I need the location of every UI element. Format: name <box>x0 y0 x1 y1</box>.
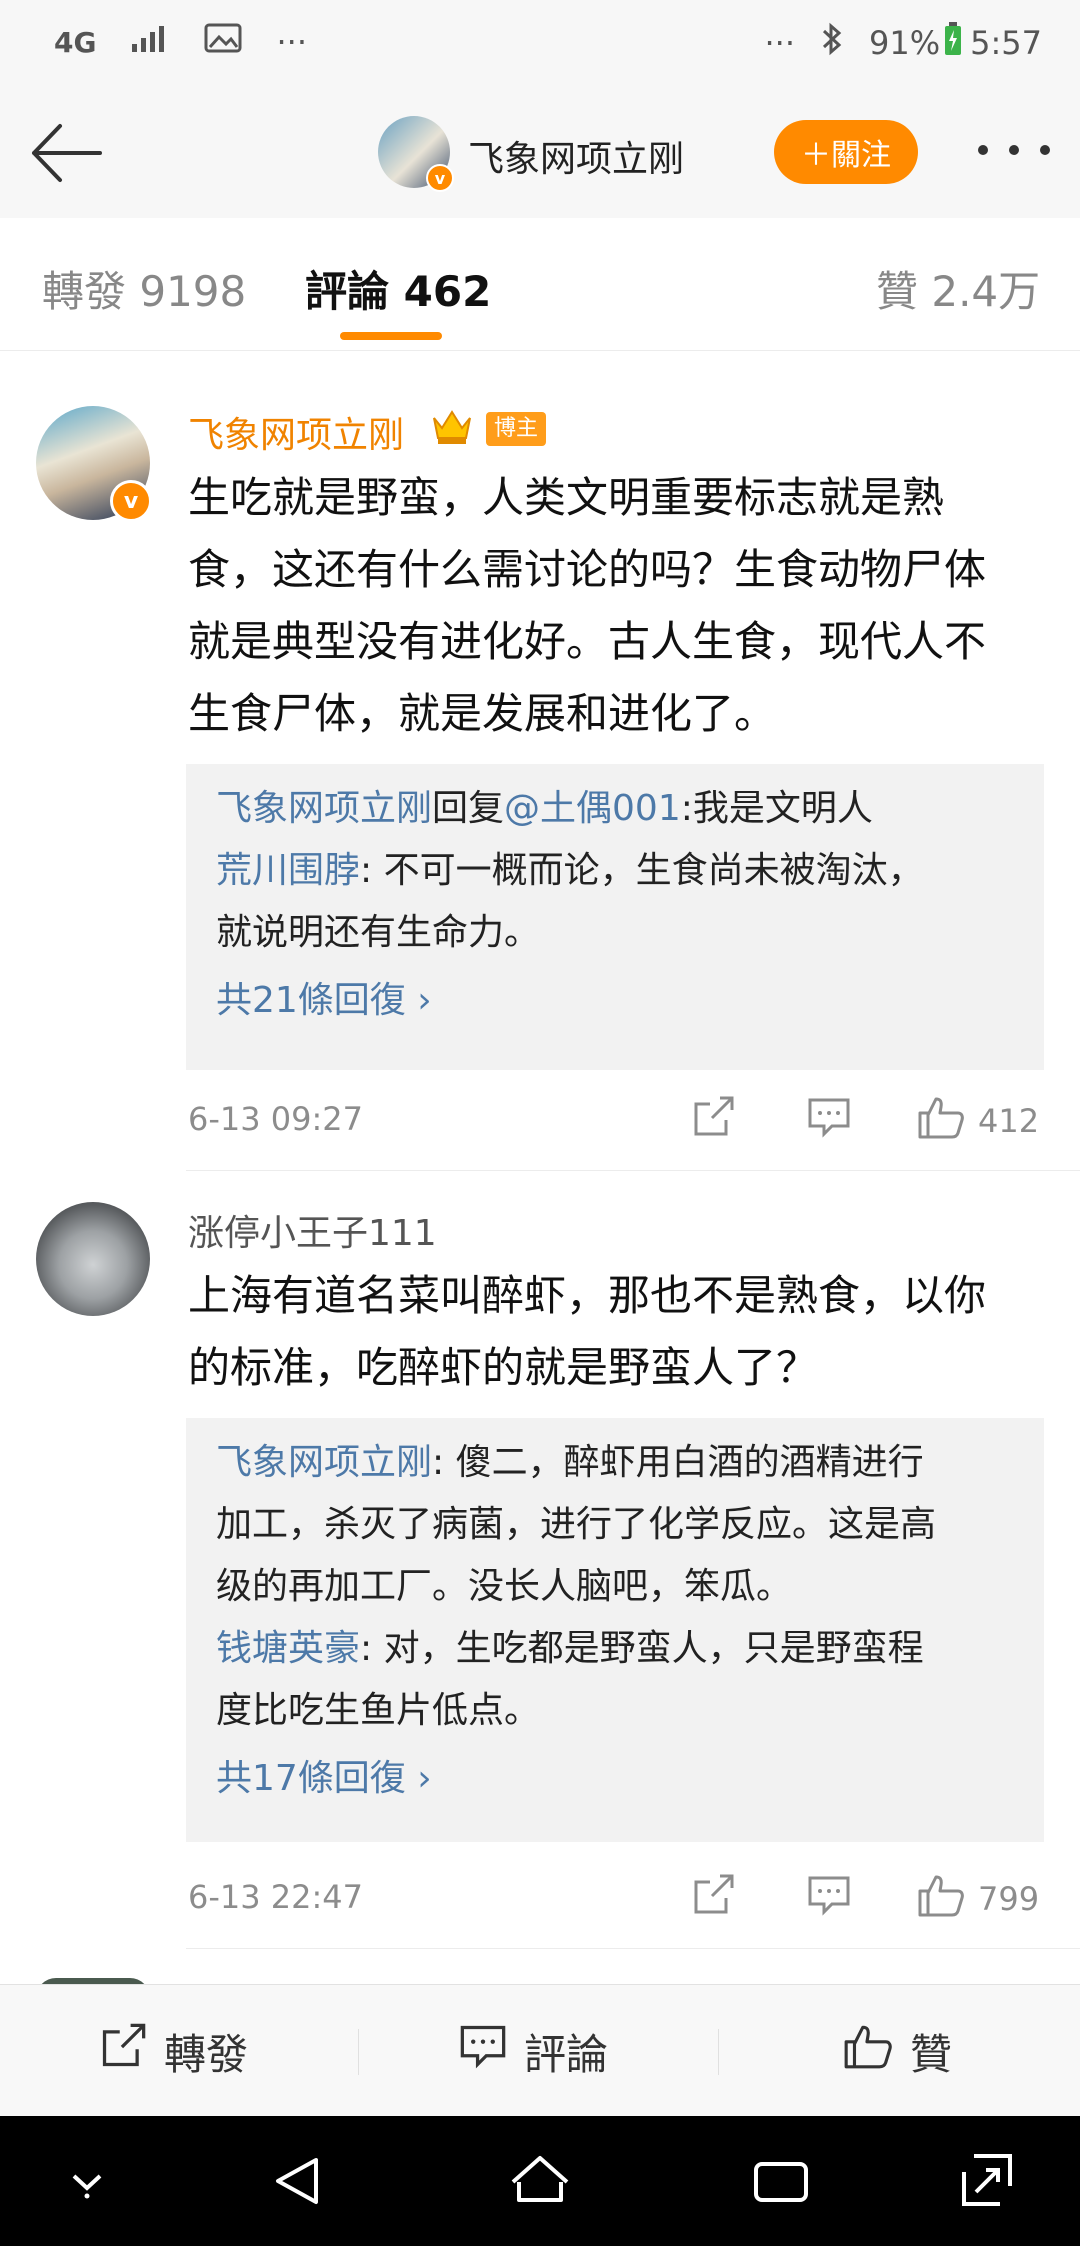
comment-timestamp: 6-13 22:47 <box>188 1878 364 1916</box>
thumbs-up-icon <box>916 1093 966 1149</box>
reply-text: : 不可一概而论，生食尚未被淘汰， <box>360 850 924 891</box>
reply-user-link[interactable]: 飞象网项立刚 <box>216 1442 432 1483</box>
system-nav-bar <box>0 2116 1080 2246</box>
reply-preview[interactable]: 飞象网项立刚: 傻二，醉虾用白酒的酒精进行 加工，杀灭了病菌，进行了化学反应。这… <box>186 1418 1044 1842</box>
reply-line: 飞象网项立刚回复@土偶001:我是文明人 <box>186 778 1044 840</box>
like-button[interactable]: 412 <box>916 1096 1039 1146</box>
reply-line: 荒川围脖: 不可一概而论，生食尚未被淘汰， <box>186 840 1044 902</box>
reply-text: : 对，生吃都是野蛮人，只是野蛮程 <box>360 1628 924 1669</box>
reply-text: 就说明还有生命力。 <box>216 912 541 953</box>
signal-icon <box>130 22 170 62</box>
more-options-icon[interactable] <box>978 130 1050 170</box>
battery-percent: 91% <box>869 24 941 62</box>
reply-text: :我是文明人 <box>680 788 873 829</box>
bottom-repost-button[interactable]: 轉發 <box>98 1985 248 2117</box>
comment-body-line: 的标准，吃醉虾的就是野蛮人了？ <box>188 1343 819 1392</box>
comment-body-line: 上海有道名菜叫醉虾，那也不是熟食，以你 <box>188 1271 987 1320</box>
more-notifications: ··· <box>276 23 307 61</box>
divider <box>186 1948 1080 1949</box>
like-count: 799 <box>978 1880 1040 1918</box>
comment-body-line: 就是典型没有进化好。古人生食，现代人不 <box>188 617 987 666</box>
bottom-action-bar: 轉發 評論 贊 <box>0 1984 1080 2117</box>
comment-body-line: 食，这还有什么需讨论的吗？生食动物尸体 <box>188 545 987 594</box>
verified-badge-icon: v <box>426 164 454 192</box>
reply-button[interactable] <box>806 1874 852 1924</box>
reply-text: 级的再加工厂。没长人脑吧，笨瓜。 <box>216 1566 793 1607</box>
share-button[interactable] <box>690 1874 736 1924</box>
tab-bar: 轉發 9198 評論 462 贊 2.4万 <box>0 218 1080 351</box>
tab-reposts[interactable]: 轉發 9198 <box>42 258 246 319</box>
like-count: 412 <box>978 1102 1040 1140</box>
like-button[interactable]: 799 <box>916 1874 1039 1924</box>
avatar[interactable] <box>36 1202 150 1316</box>
tab-likes[interactable]: 贊 2.4万 <box>876 258 1040 319</box>
reply-line: 飞象网项立刚: 傻二，醉虾用白酒的酒精进行 <box>186 1432 1044 1494</box>
comment-author[interactable]: 飞象网项立刚 <box>188 406 404 458</box>
reply-text: : 傻二，醉虾用白酒的酒精进行 <box>432 1442 924 1483</box>
back-arrow-icon[interactable] <box>28 118 104 188</box>
bottom-repost-label: 轉發 <box>164 2029 249 2079</box>
reply-text: 度比吃生鱼片低点。 <box>216 1690 541 1731</box>
tab-comments[interactable]: 評論 462 <box>305 258 491 319</box>
header-title[interactable]: 飞象网项立刚 <box>468 130 684 182</box>
bottom-comment-button[interactable]: 評論 <box>458 1985 608 2117</box>
comment-body-line: 生食尸体，就是发展和进化了。 <box>188 689 777 738</box>
clock: 5:57 <box>970 24 1042 62</box>
verified-badge-icon: v <box>110 480 152 522</box>
nav-back-icon[interactable] <box>264 2146 334 2216</box>
nav-home-icon[interactable] <box>505 2146 575 2216</box>
more-replies-link[interactable]: 共17條回復 › <box>186 1748 1044 1810</box>
divider <box>718 2029 719 2075</box>
comment-icon <box>806 1094 852 1148</box>
comment-body-line: 生吃就是野蛮，人类文明重要标志就是熟 <box>188 473 945 522</box>
reply-user-link[interactable]: 荒川围脖 <box>216 850 360 891</box>
more-replies-link[interactable]: 共21條回復 › <box>186 970 1044 1032</box>
active-tab-indicator <box>340 332 442 340</box>
nav-rotate-icon[interactable] <box>952 2146 1022 2216</box>
bottom-like-button[interactable]: 贊 <box>842 1985 952 2117</box>
divider <box>186 1170 1080 1171</box>
share-icon <box>98 2021 148 2081</box>
reply-button[interactable] <box>806 1096 852 1146</box>
thumbs-up-icon <box>916 1871 966 1927</box>
comment-body: 上海有道名菜叫醉虾，那也不是熟食，以你 的标准，吃醉虾的就是野蛮人了？ <box>188 1260 1048 1404</box>
nav-hide-icon[interactable] <box>52 2146 122 2216</box>
share-button[interactable] <box>690 1096 736 1146</box>
comment-author[interactable]: 涨停小王子111 <box>188 1204 437 1256</box>
reply-line: 钱塘英豪: 对，生吃都是野蛮人，只是野蛮程 <box>186 1618 1044 1680</box>
comment-icon <box>458 2021 508 2081</box>
overflow-indicator: ··· <box>764 24 796 62</box>
comment-body: 生吃就是野蛮，人类文明重要标志就是熟 食，这还有什么需讨论的吗？生食动物尸体 就… <box>188 462 1048 750</box>
top-header: v 飞象网项立刚 ＋關注 <box>0 90 1080 219</box>
status-bar: 4G ··· ··· 91% 5:57 <box>0 0 1080 90</box>
share-icon <box>690 1872 736 1926</box>
thumbs-up-icon <box>842 2021 894 2081</box>
reply-text: 回复 <box>432 788 505 829</box>
bluetooth-icon <box>821 22 843 64</box>
reply-user-link[interactable]: 飞象网项立刚 <box>216 788 432 829</box>
divider <box>358 2029 359 2075</box>
gallery-icon <box>204 22 242 62</box>
mention-link[interactable]: @土偶001 <box>504 788 681 829</box>
battery-icon <box>944 22 962 64</box>
reply-user-link[interactable]: 钱塘英豪 <box>216 1628 360 1669</box>
comment-icon <box>806 1872 852 1926</box>
reply-preview[interactable]: 飞象网项立刚回复@土偶001:我是文明人 荒川围脖: 不可一概而论，生食尚未被淘… <box>186 764 1044 1070</box>
bottom-comment-label: 評論 <box>524 2029 609 2079</box>
author-badge: 博主 <box>486 412 547 446</box>
crown-icon <box>430 406 474 450</box>
follow-button[interactable]: ＋關注 <box>774 120 918 184</box>
bottom-like-label: 贊 <box>910 2029 953 2079</box>
reply-text: 加工，杀灭了病菌，进行了化学反应。这是高 <box>216 1504 937 1545</box>
comment-timestamp: 6-13 09:27 <box>188 1100 364 1138</box>
nav-recents-icon[interactable] <box>746 2146 816 2216</box>
share-icon <box>690 1094 736 1148</box>
network-indicator: 4G <box>54 25 97 59</box>
